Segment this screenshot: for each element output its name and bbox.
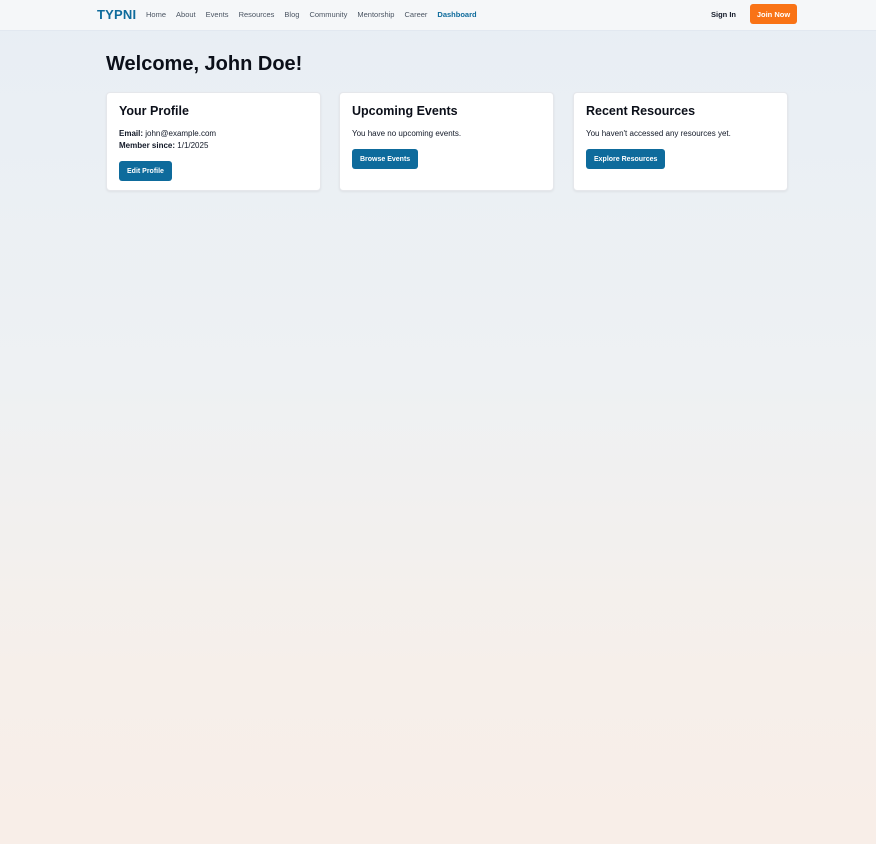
events-card-title: Upcoming Events <box>352 104 458 118</box>
profile-card-title: Your Profile <box>119 104 189 118</box>
events-empty-message: You have no upcoming events. <box>352 129 462 138</box>
nav-link-mentorship[interactable]: Mentorship <box>357 10 394 19</box>
top-navbar: TYPNI Home About Events Resources Blog C… <box>0 0 876 31</box>
nav-link-about[interactable]: About <box>176 10 196 19</box>
explore-resources-button[interactable]: Explore Resources <box>586 149 666 169</box>
profile-card: Your Profile Email: john@example.com Mem… <box>106 92 321 191</box>
resources-empty-message: You haven't accessed any resources yet. <box>586 129 731 138</box>
browse-events-button[interactable]: Browse Events <box>352 149 419 169</box>
edit-profile-button[interactable]: Edit Profile <box>119 161 172 181</box>
member-since-label: Member since: <box>119 141 176 150</box>
resources-card-title: Recent Resources <box>586 104 696 118</box>
email-value: john@example.com <box>145 129 217 138</box>
join-now-button[interactable]: Join Now <box>750 4 797 24</box>
page-title: Welcome, John Doe! <box>106 53 303 75</box>
nav-link-resources[interactable]: Resources <box>239 10 275 19</box>
nav-link-community[interactable]: Community <box>309 10 347 19</box>
nav-link-home[interactable]: Home <box>146 10 166 19</box>
nav-link-career[interactable]: Career <box>404 10 427 19</box>
profile-email: Email: john@example.com <box>119 128 308 140</box>
main-nav: Home About Events Resources Blog Communi… <box>146 10 487 19</box>
email-label: Email: <box>119 129 144 138</box>
member-since-value: 1/1/2025 <box>177 141 209 150</box>
nav-link-dashboard[interactable]: Dashboard <box>437 10 476 19</box>
resources-card: Recent Resources You haven't accessed an… <box>573 92 788 191</box>
profile-member-since: Member since: 1/1/2025 <box>119 140 308 152</box>
sign-in-link[interactable]: Sign In <box>711 10 736 19</box>
brand-logo[interactable]: TYPNI <box>97 7 136 22</box>
nav-link-blog[interactable]: Blog <box>284 10 299 19</box>
events-card: Upcoming Events You have no upcoming eve… <box>339 92 554 191</box>
nav-link-events[interactable]: Events <box>206 10 229 19</box>
